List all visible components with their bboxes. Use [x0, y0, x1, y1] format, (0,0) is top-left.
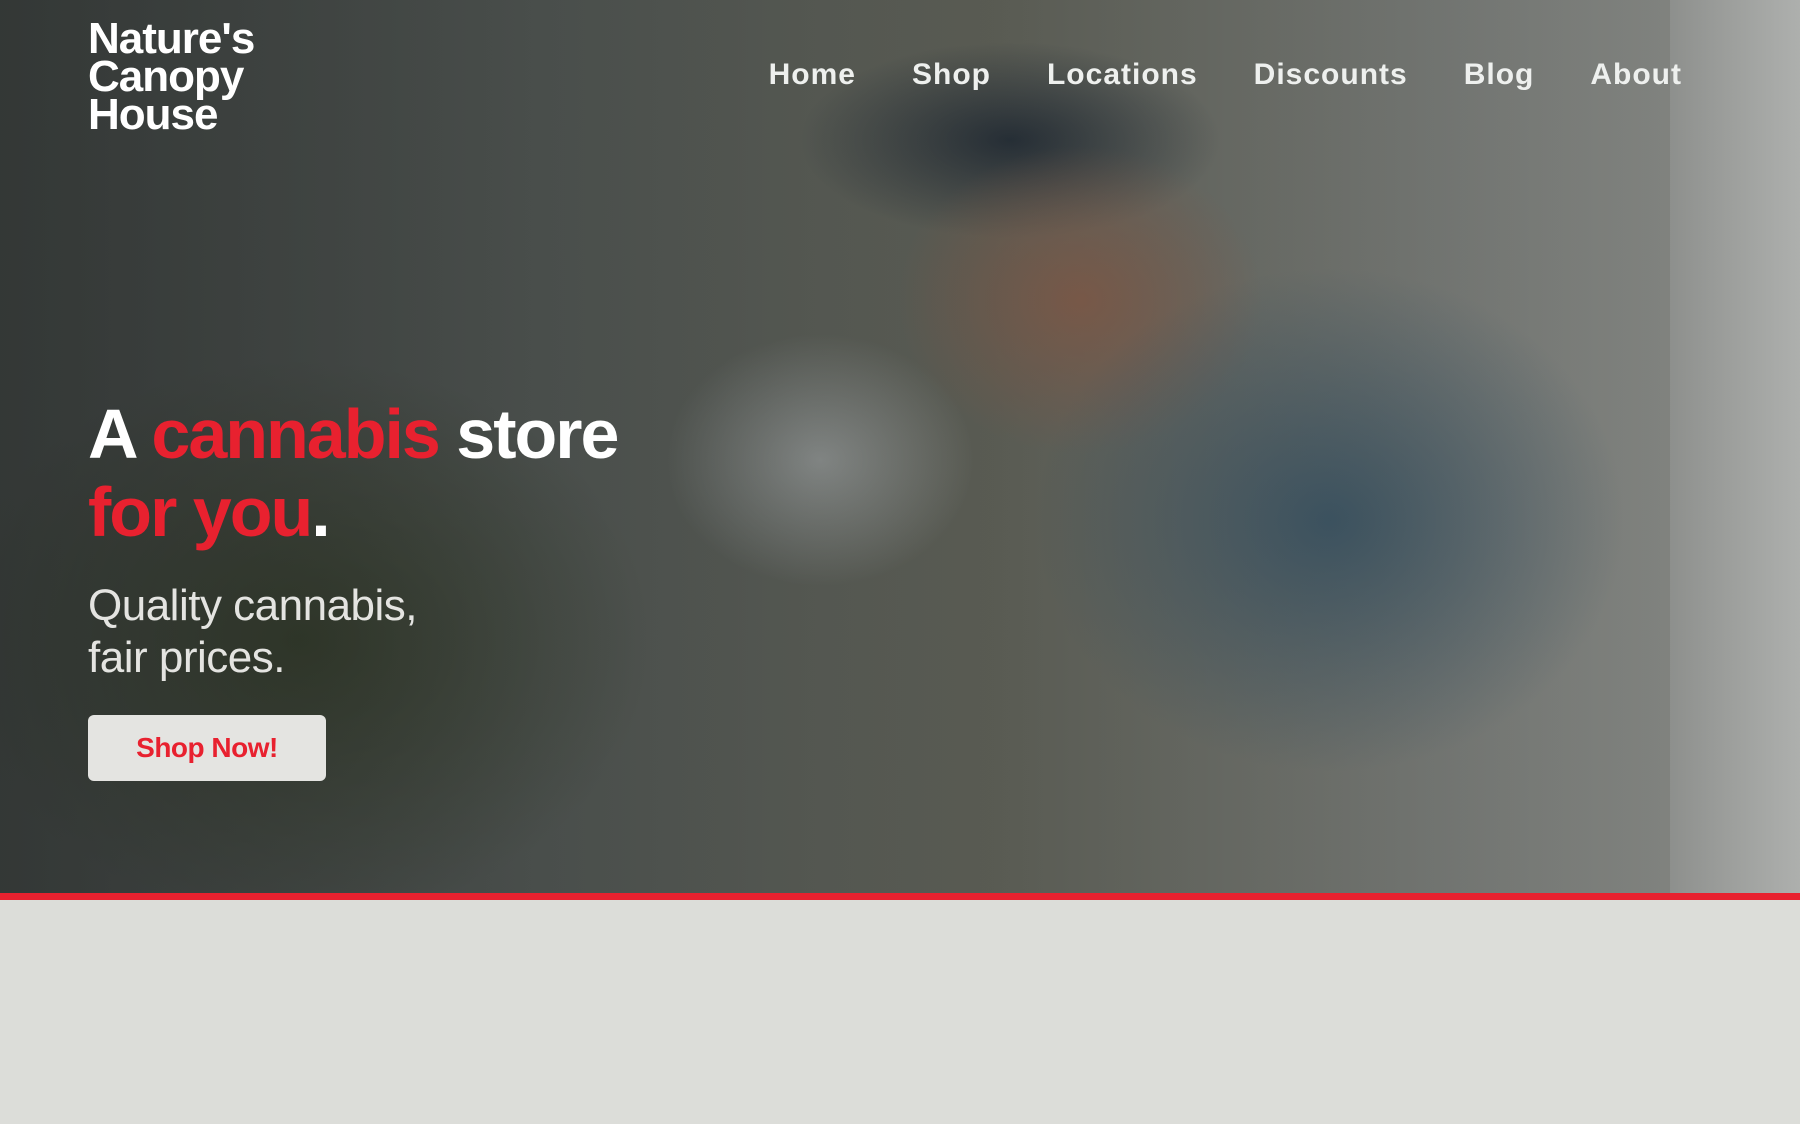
hero-divider-stripe — [0, 893, 1800, 900]
headline-highlight: cannabis — [151, 395, 440, 473]
headline-text: A — [88, 395, 152, 473]
nav-item-shop[interactable]: Shop — [912, 58, 991, 92]
nav-item-locations[interactable]: Locations — [1047, 58, 1198, 92]
headline-text: . — [311, 473, 331, 551]
logo-line: House — [88, 90, 218, 139]
nav-item-home[interactable]: Home — [769, 58, 856, 92]
subheading-line: fair prices. — [88, 633, 285, 682]
hero-headline: A cannabis store for you. — [88, 395, 619, 551]
nav-item-discounts[interactable]: Discounts — [1254, 58, 1408, 92]
hero-subheading: Quality cannabis, fair prices. — [88, 580, 418, 684]
hero-banner: Nature's Canopy House Home Shop Location… — [0, 0, 1800, 893]
headline-text: store — [438, 395, 619, 473]
hero-background-pillar — [1670, 0, 1800, 893]
subheading-line: Quality cannabis, — [88, 581, 418, 630]
content-section — [0, 900, 1800, 1124]
headline-highlight: for you — [88, 473, 313, 551]
nav-item-blog[interactable]: Blog — [1464, 58, 1535, 92]
main-navigation: Home Shop Locations Discounts Blog About — [769, 58, 1682, 92]
shop-now-button[interactable]: Shop Now! — [88, 715, 326, 781]
brand-logo[interactable]: Nature's Canopy House — [88, 17, 255, 139]
nav-item-about[interactable]: About — [1590, 58, 1682, 92]
